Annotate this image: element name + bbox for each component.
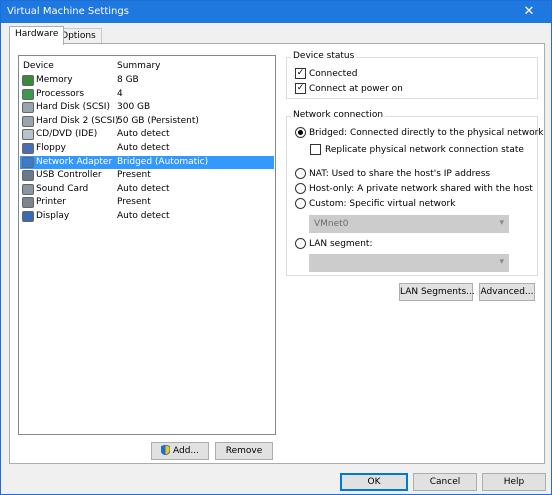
replicate-state-checkbox[interactable] <box>310 144 321 155</box>
device-name: Floppy <box>36 143 66 153</box>
network-adapter-icon <box>22 156 34 168</box>
tab-hardware[interactable]: Hardware <box>9 26 65 45</box>
cancel-button[interactable]: Cancel <box>413 473 477 491</box>
device-summary: 8 GB <box>117 75 139 85</box>
device-row-floppy[interactable]: Floppy Auto detect <box>20 142 274 155</box>
device-row-hard-disk-scsi[interactable]: Hard Disk (SCSI) 300 GB <box>20 101 274 114</box>
add-device-label: Add... <box>172 446 199 456</box>
device-name: Hard Disk 2 (SCSI) <box>36 115 119 126</box>
lan-segments-button[interactable]: LAN Segments... <box>399 283 475 301</box>
device-row-network-adapter[interactable]: Network Adapter Bridged (Automatic) <box>20 155 274 169</box>
device-summary: 4 <box>117 88 123 99</box>
bridged-label[interactable]: Bridged: Connected directly to the physi… <box>309 128 544 138</box>
device-name: USB Controller <box>36 170 102 181</box>
device-row-cd-dvd-ide[interactable]: CD/DVD (IDE) Auto detect <box>20 128 274 141</box>
hard-disk-icon <box>22 102 34 114</box>
cd-dvd-icon <box>22 129 34 141</box>
device-row-hard-disk-2-scsi[interactable]: Hard Disk 2 (SCSI) 50 GB (Persistent) <box>20 115 274 128</box>
ok-button[interactable]: OK <box>340 473 408 491</box>
device-summary: Auto detect <box>117 183 170 194</box>
lan-segment-radio[interactable] <box>295 238 306 249</box>
advanced-button[interactable]: Advanced... <box>479 283 535 301</box>
custom-label[interactable]: Custom: Specific virtual network <box>309 199 455 209</box>
host-only-radio[interactable] <box>295 183 306 194</box>
column-header-summary[interactable]: Summary <box>117 61 161 71</box>
connect-at-power-on-checkbox[interactable]: ✓ <box>295 83 306 94</box>
custom-radio[interactable] <box>295 198 306 209</box>
processor-icon <box>22 88 34 100</box>
device-list[interactable]: Device Summary Memory 8 GB Processors 4 Hard… <box>18 55 276 435</box>
device-name: Printer <box>36 197 66 208</box>
device-status-legend: Device status <box>291 51 357 61</box>
device-name: Memory <box>36 75 73 85</box>
printer-icon <box>22 197 34 209</box>
usb-icon <box>22 170 34 182</box>
connected-checkbox[interactable]: ✓ <box>295 68 306 79</box>
device-name: Sound Card <box>36 183 89 194</box>
device-summary: Present <box>117 197 151 208</box>
floppy-icon <box>22 143 34 154</box>
add-device-button[interactable]: Add... <box>151 442 209 460</box>
vmnet-select-value: VMnet0 <box>314 219 349 229</box>
lan-segment-select[interactable]: ▾ <box>309 254 509 272</box>
shield-icon <box>160 444 171 456</box>
device-summary: Present <box>117 170 151 181</box>
device-name: Display <box>36 211 70 221</box>
network-connection-group: Network connection Bridged: Connected di… <box>286 110 544 276</box>
window-title: Virtual Machine Settings <box>7 6 129 17</box>
device-summary: Auto detect <box>117 143 170 153</box>
connect-at-power-on-label[interactable]: Connect at power on <box>309 84 403 94</box>
device-name: CD/DVD (IDE) <box>36 129 98 140</box>
hard-disk-icon <box>22 115 34 127</box>
sound-card-icon <box>22 183 34 195</box>
nat-label[interactable]: NAT: Used to share the host's IP address <box>309 169 490 179</box>
host-only-label[interactable]: Host-only: A private network shared with… <box>309 184 533 194</box>
device-row-printer[interactable]: Printer Present <box>20 196 274 209</box>
network-connection-legend: Network connection <box>291 110 386 120</box>
help-button[interactable]: Help <box>482 473 546 491</box>
device-name: Processors <box>36 88 85 99</box>
close-icon[interactable]: ✕ <box>507 1 551 23</box>
remove-device-button[interactable]: Remove <box>215 442 273 460</box>
device-row-memory[interactable]: Memory 8 GB <box>20 74 274 87</box>
vmnet-select[interactable]: VMnet0 ▾ <box>309 215 509 233</box>
lan-segment-label[interactable]: LAN segment: <box>309 239 372 249</box>
device-row-sound-card[interactable]: Sound Card Auto detect <box>20 183 274 196</box>
memory-icon <box>22 75 34 86</box>
vm-settings-window: Virtual Machine Settings ✕ Hardware Opti… <box>0 0 552 495</box>
device-row-usb-controller[interactable]: USB Controller Present <box>20 169 274 182</box>
device-status-group: Device status ✓ Connected ✓ Connect at p… <box>286 51 538 99</box>
device-list-header: Device Summary <box>19 58 275 74</box>
device-summary: Auto detect <box>117 129 170 140</box>
device-row-processors[interactable]: Processors 4 <box>20 88 274 101</box>
device-name: Network Adapter <box>36 156 113 167</box>
device-summary: 300 GB <box>117 102 151 113</box>
hardware-tab-panel: Device Summary Memory 8 GB Processors 4 Hard… <box>9 43 545 464</box>
device-name: Hard Disk (SCSI) <box>36 102 110 113</box>
device-summary: Bridged (Automatic) <box>117 156 209 167</box>
device-summary: 50 GB (Persistent) <box>117 115 199 126</box>
title-bar[interactable]: Virtual Machine Settings ✕ <box>1 1 551 23</box>
nat-radio[interactable] <box>295 168 306 179</box>
device-row-display[interactable]: Display Auto detect <box>20 210 274 223</box>
column-header-device[interactable]: Device <box>23 61 54 71</box>
bridged-radio[interactable] <box>295 127 306 138</box>
chevron-down-icon: ▾ <box>499 218 504 228</box>
connected-label[interactable]: Connected <box>309 69 357 79</box>
chevron-down-icon: ▾ <box>499 257 504 267</box>
replicate-state-label[interactable]: Replicate physical network connection st… <box>325 145 524 155</box>
device-summary: Auto detect <box>117 211 170 221</box>
display-icon <box>22 211 34 222</box>
